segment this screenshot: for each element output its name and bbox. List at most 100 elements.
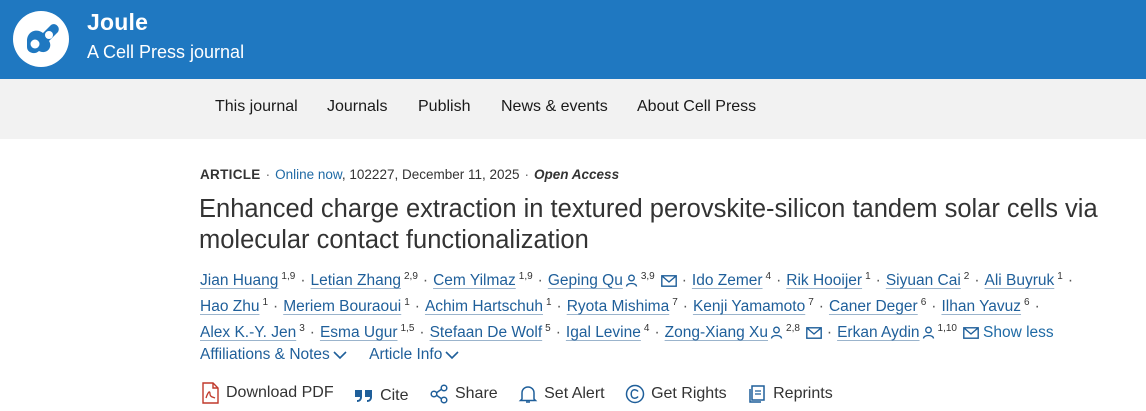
author-link[interactable]: Siyuan Cai [886, 272, 961, 289]
journal-subtitle: A Cell Press journal [87, 42, 245, 62]
author-link[interactable]: Ryota Mishima [567, 298, 670, 315]
reprints-button[interactable]: Reprints [747, 384, 833, 404]
article-meta: ARTICLE · Online now, 102227, December 11,… [200, 167, 619, 182]
nav-about-cell-press[interactable]: About Cell Press [637, 98, 756, 116]
nav-this-journal[interactable]: This journal [215, 98, 298, 116]
author-separator: · [826, 324, 833, 342]
author-link[interactable]: Caner Deger [829, 298, 918, 315]
reprints-label: Reprints [773, 385, 833, 402]
author-separator: · [422, 272, 429, 290]
author-separator: · [681, 272, 687, 290]
article-details-toggles: Affiliations & Notes Article Info [200, 346, 477, 364]
nav-journals[interactable]: Journals [327, 98, 387, 116]
author-affiliation: 3,9 [640, 271, 655, 282]
author-separator: · [300, 272, 306, 290]
author-affiliation: 1,9 [281, 271, 296, 282]
email-icon[interactable] [806, 327, 822, 340]
chevron-down-icon [333, 351, 347, 360]
author-affiliation: 4 [765, 271, 772, 282]
show-less-authors-button[interactable]: Show less [983, 324, 1054, 341]
author-link[interactable]: Achim Hartschuh [425, 298, 543, 315]
affiliations-notes-toggle[interactable]: Affiliations & Notes [200, 346, 347, 364]
article-actions: Download PDF Cite Share Set Alert Get Ri… [200, 382, 849, 409]
set-alert-label: Set Alert [544, 385, 605, 402]
author-affiliation: 6 [1024, 297, 1030, 308]
email-icon[interactable] [660, 275, 677, 288]
chevron-down-icon [445, 351, 459, 360]
author-affiliation: 5 [545, 323, 551, 334]
author-affiliation: 2,8 [786, 323, 800, 334]
author-line: Hao Zhu 1 · Meriem Bouraoui 1 · Achim Hartschu… [200, 290, 1130, 316]
author-link[interactable]: Kenji Yamamoto [693, 298, 805, 315]
author-affiliation: 1 [545, 297, 552, 308]
author-affiliation: 1,5 [400, 323, 415, 334]
author-link[interactable]: Esma Ugur [320, 324, 398, 341]
author-list: Jian Huang 1,9 · Letian Zhang 2,9 · Cem Yilmaz… [200, 264, 1130, 342]
meta-separator: · [524, 167, 530, 182]
author-affiliation: 2,9 [404, 271, 418, 282]
author-link[interactable]: Erkan Aydin [837, 324, 919, 341]
author-link[interactable]: Letian Zhang [311, 272, 402, 289]
author-link[interactable]: Ido Zemer [692, 272, 763, 289]
author-separator: · [875, 272, 881, 290]
article-title: Enhanced charge extraction in textured p… [199, 195, 1098, 254]
author-affiliation: 1 [262, 297, 269, 308]
author-separator: · [556, 298, 562, 316]
share-label: Share [454, 385, 498, 402]
article-info-label: Article Info [369, 346, 443, 363]
open-access-badge: Open Access [534, 167, 620, 182]
author-affiliation: 1,10 [937, 323, 957, 334]
cite-button[interactable]: Cite [354, 387, 409, 405]
author-link[interactable]: Meriem Bouraoui [283, 298, 401, 315]
article-info-toggle[interactable]: Article Info [369, 346, 459, 364]
author-link[interactable]: Rik Hooijer [786, 272, 862, 289]
author-affiliation: 2 [963, 271, 970, 282]
author-separator: · [1034, 298, 1040, 316]
author-separator: · [414, 298, 420, 316]
author-link[interactable]: Geping Qu [548, 272, 623, 289]
download-pdf-button[interactable]: Download PDF [200, 382, 334, 404]
author-separator: · [974, 272, 980, 290]
copyright-icon [625, 384, 645, 404]
journal-name[interactable]: Joule [87, 9, 148, 36]
author-link[interactable]: Ilhan Yavuz [941, 298, 1021, 315]
get-rights-button[interactable]: Get Rights [625, 384, 727, 404]
author-link[interactable]: Hao Zhu [200, 298, 259, 315]
author-link[interactable]: Ali Buyruk [985, 272, 1055, 289]
author-separator: · [682, 298, 688, 316]
nav-publish[interactable]: Publish [418, 98, 470, 116]
author-link[interactable]: Jian Huang [200, 272, 278, 289]
meta-separator: · [265, 167, 271, 182]
author-link[interactable]: Igal Levine [566, 324, 641, 341]
nav-news-events[interactable]: News & events [501, 98, 608, 116]
article-citation: , 102227, December 11, 2025 [341, 167, 520, 182]
download-pdf-label: Download PDF [226, 384, 334, 401]
author-line: Jian Huang 1,9 · Letian Zhang 2,9 · Cem Yilmaz… [200, 264, 1130, 290]
author-link[interactable]: Zong-Xiang Xu [665, 324, 768, 341]
author-affiliation: 1 [404, 297, 410, 308]
author-affiliation: 1,9 [518, 271, 533, 282]
author-link[interactable]: Cem Yilmaz [433, 272, 516, 289]
cell-press-logo-icon[interactable] [13, 11, 69, 67]
share-icon [430, 384, 448, 404]
author-separator: · [273, 298, 279, 316]
author-separator: · [537, 272, 543, 290]
set-alert-button[interactable]: Set Alert [518, 384, 605, 404]
author-link[interactable]: Stefaan De Wolf [430, 324, 543, 341]
author-affiliation: 1 [1057, 271, 1063, 282]
person-icon [625, 274, 637, 287]
author-separator: · [654, 324, 660, 342]
online-status: Online now [275, 167, 342, 182]
share-button[interactable]: Share [429, 384, 498, 404]
author-separator: · [555, 324, 561, 342]
person-icon [922, 326, 934, 339]
person-icon [770, 326, 783, 339]
author-separator: · [818, 298, 824, 316]
author-separator: · [931, 298, 937, 316]
email-icon[interactable] [963, 327, 979, 340]
author-affiliation: 7 [672, 297, 678, 308]
author-affiliation: 7 [808, 297, 814, 308]
author-affiliation: 6 [920, 297, 927, 308]
author-separator: · [419, 324, 425, 342]
author-link[interactable]: Alex K.-Y. Jen [200, 324, 296, 341]
